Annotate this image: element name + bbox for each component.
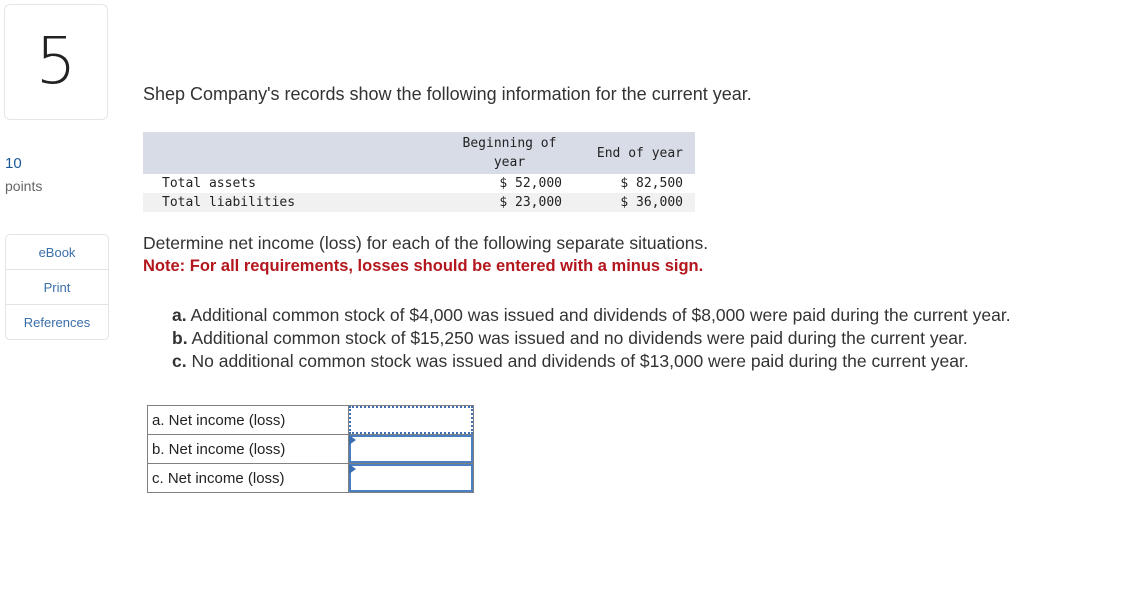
row-label: Total assets (162, 176, 256, 191)
answer-cell (348, 434, 474, 464)
answer-label: b. Net income (loss) (147, 434, 349, 464)
note-text: Note: For all requirements, losses shoul… (143, 257, 704, 275)
header-beginning-of-year: Beginning of year (462, 136, 557, 170)
financial-info-table: Beginning of year End of year Total asse… (143, 132, 695, 212)
situation-item: c. No additional common stock was issued… (172, 350, 1011, 373)
end-value: $ 36,000 (620, 195, 683, 210)
answer-row: a. Net income (loss) (147, 405, 474, 435)
ebook-link[interactable]: eBook (6, 235, 108, 270)
row-label: Total liabilities (162, 195, 296, 210)
header-end-of-year: End of year (596, 145, 683, 161)
net-income-b-input[interactable] (349, 435, 473, 463)
table-header-row: Beginning of year End of year (143, 132, 695, 174)
table-row: Total liabilities $ 23,000 $ 36,000 (143, 193, 695, 212)
situation-text: No additional common stock was issued an… (191, 351, 969, 371)
situation-text: Additional common stock of $15,250 was i… (191, 328, 968, 348)
answer-cell (348, 463, 474, 493)
question-intro: Shep Company's records show the followin… (143, 84, 752, 104)
answer-row: b. Net income (loss) (147, 434, 474, 464)
answer-row: c. Net income (loss) (147, 463, 474, 493)
input-corner-flag-icon (349, 435, 356, 445)
situation-letter: c. (172, 351, 187, 371)
situation-item: a. Additional common stock of $4,000 was… (172, 304, 1011, 327)
points-value: 10 (5, 155, 22, 172)
net-income-a-input[interactable] (349, 406, 473, 434)
references-link[interactable]: References (6, 305, 108, 339)
beginning-value: $ 23,000 (499, 195, 562, 210)
answer-table: a. Net income (loss) b. Net income (loss… (147, 405, 474, 493)
points-label: points (5, 178, 43, 194)
answer-label: a. Net income (loss) (147, 405, 349, 435)
situation-item: b. Additional common stock of $15,250 wa… (172, 327, 1011, 350)
situation-letter: a. (172, 305, 187, 325)
input-corner-flag-icon (349, 464, 356, 474)
table-row: Total assets $ 52,000 $ 82,500 (143, 174, 695, 193)
resource-links: eBook Print References (5, 234, 109, 340)
header-label (143, 132, 449, 174)
print-link[interactable]: Print (6, 270, 108, 305)
instruction-text: Determine net income (loss) for each of … (143, 233, 709, 253)
situations-list: a. Additional common stock of $4,000 was… (172, 304, 1011, 373)
answer-cell (348, 405, 474, 435)
situation-text: Additional common stock of $4,000 was is… (190, 305, 1011, 325)
beginning-value: $ 52,000 (499, 176, 562, 191)
end-value: $ 82,500 (620, 176, 683, 191)
question-number: 5 (35, 25, 77, 99)
net-income-c-input[interactable] (349, 464, 473, 492)
question-number-box: 5 (4, 4, 108, 120)
answer-label: c. Net income (loss) (147, 463, 349, 493)
situation-letter: b. (172, 328, 188, 348)
